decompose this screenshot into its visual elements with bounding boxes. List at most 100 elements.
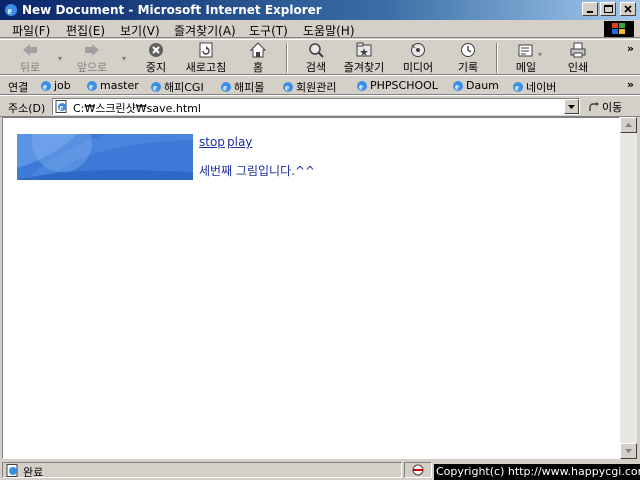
toolbar-overflow-icon[interactable]: » — [627, 42, 634, 55]
svg-text:e: e — [515, 83, 519, 93]
forward-dropdown-icon[interactable]: ▾ — [122, 54, 126, 63]
done-page-icon — [6, 464, 18, 477]
link-label: Daum — [466, 79, 499, 92]
link-phpschool[interactable]: e PHPSCHOOL — [356, 79, 438, 92]
back-button[interactable]: 뒤로 — [8, 42, 52, 75]
windows-logo-icon — [604, 21, 634, 37]
address-value: C:₩스크린샷₩save.html — [73, 102, 201, 115]
banner-image — [17, 134, 193, 180]
toolbar-separator — [286, 43, 288, 73]
refresh-icon — [199, 42, 213, 58]
link-member-admin[interactable]: e 회원관리 — [282, 79, 336, 95]
security-zone-icon — [412, 464, 424, 476]
link-label: 해피몰 — [234, 81, 265, 94]
menu-view[interactable]: 보기(V) — [120, 22, 160, 39]
search-label: 검색 — [305, 61, 327, 74]
menu-file[interactable]: 파일(F) — [12, 22, 50, 39]
link-naver[interactable]: e 네이버 — [512, 79, 556, 95]
link-label: 회원관리 — [296, 81, 337, 94]
stop-button[interactable]: 중지 — [134, 42, 178, 75]
menu-edit[interactable]: 편집(E) — [66, 22, 105, 39]
svg-text:e: e — [455, 81, 459, 91]
scroll-down-button[interactable] — [620, 443, 637, 459]
svg-text:e: e — [89, 81, 93, 91]
back-arrow-icon — [23, 44, 37, 56]
svg-text:e: e — [285, 83, 289, 93]
close-button[interactable] — [620, 2, 636, 16]
chevron-down-icon — [568, 104, 575, 109]
mail-dropdown-icon[interactable]: ▾ — [538, 50, 542, 59]
link-label: job — [54, 79, 71, 92]
play-link[interactable]: play — [227, 135, 252, 149]
favorites-button[interactable]: 즐겨찾기 — [342, 42, 386, 75]
minimize-icon — [587, 11, 593, 13]
image-caption: 세번째 그림입니다.^^ — [199, 164, 316, 178]
print-icon — [570, 42, 586, 58]
svg-text:e: e — [223, 83, 227, 93]
media-label: 미디어 — [402, 61, 434, 74]
back-label: 뒤로 — [19, 61, 41, 74]
link-daum[interactable]: e Daum — [452, 79, 499, 92]
search-button[interactable]: 검색 — [294, 42, 338, 75]
menu-bar: 파일(F) 편집(E) 보기(V) 즐겨찾기(A) 도구(T) 도움말(H) — [0, 20, 640, 38]
back-dropdown-icon[interactable]: ▾ — [58, 54, 62, 63]
status-security-panel — [404, 462, 432, 478]
ie-page-icon: e — [151, 82, 161, 93]
home-button[interactable]: 홈 — [236, 42, 280, 75]
address-bar: 주소(D) e C:₩스크린샷₩save.html 이동 — [0, 95, 640, 117]
media-icon — [411, 43, 425, 57]
link-job[interactable]: e job — [40, 79, 71, 92]
ie-page-icon: e — [357, 80, 367, 91]
go-arrow-icon — [589, 102, 599, 111]
go-button[interactable]: 이동 — [588, 99, 622, 115]
home-icon — [249, 42, 267, 58]
forward-arrow-icon — [85, 44, 99, 56]
forward-label: 앞으로 — [76, 61, 108, 74]
link-happycgi[interactable]: e 해피CGI — [150, 79, 204, 95]
link-master[interactable]: e master — [86, 79, 139, 92]
media-button[interactable]: 미디어 — [396, 42, 440, 75]
menu-help[interactable]: 도움말(H) — [303, 22, 355, 39]
link-happymall[interactable]: e 해피몰 — [220, 79, 264, 95]
print-button[interactable]: 인쇄 — [556, 42, 600, 75]
scroll-up-button[interactable] — [620, 117, 637, 133]
ie-page-icon: e — [283, 82, 293, 93]
forward-button[interactable]: 앞으로 — [70, 42, 114, 75]
history-icon — [461, 43, 475, 57]
vertical-scrollbar[interactable] — [620, 117, 637, 459]
ie-page-icon: e — [41, 80, 51, 91]
minimize-button[interactable] — [582, 2, 598, 16]
svg-text:e: e — [43, 81, 47, 91]
address-input[interactable]: e C:₩스크린샷₩save.html — [52, 98, 580, 115]
scroll-up-icon — [625, 123, 632, 127]
svg-text:e: e — [359, 81, 363, 91]
page-icon: e — [55, 100, 67, 113]
window-title: New Document - Microsoft Internet Explor… — [22, 3, 322, 17]
close-icon — [624, 5, 632, 13]
menu-tools[interactable]: 도구(T) — [249, 22, 288, 39]
copyright-overlay: Copyright(c) http://www.happycgi.com — [434, 464, 640, 480]
links-overflow-icon[interactable]: » — [627, 78, 634, 91]
print-label: 인쇄 — [567, 61, 589, 74]
links-bar: 연결 e job e master e 해피CGI e 해피몰 e 회원관리 e… — [0, 75, 640, 95]
links-label: 연결 — [8, 81, 29, 94]
link-label: PHPSCHOOL — [370, 79, 438, 92]
svg-text:e: e — [60, 103, 64, 112]
page-content: stop play 세번째 그림입니다.^^ — [2, 117, 620, 459]
refresh-label: 새로고침 — [185, 61, 227, 74]
favorites-icon — [356, 42, 372, 57]
link-label: 해피CGI — [164, 81, 204, 94]
menu-favorites[interactable]: 즐겨찾기(A) — [174, 22, 236, 39]
svg-text:e: e — [8, 6, 13, 17]
ie-page-icon: e — [453, 80, 463, 91]
ie-page-icon: e — [221, 82, 231, 93]
mail-label: 메일 — [515, 61, 537, 74]
link-label: 네이버 — [526, 81, 557, 94]
window-title-bar[interactable]: e New Document - Microsoft Internet Expl… — [0, 0, 640, 20]
maximize-button[interactable] — [600, 2, 616, 16]
refresh-button[interactable]: 새로고침 — [184, 42, 228, 75]
address-label: 주소(D) — [8, 102, 46, 115]
address-dropdown-button[interactable] — [564, 99, 579, 114]
stop-link[interactable]: stop — [199, 135, 225, 149]
history-button[interactable]: 기록 — [446, 42, 490, 75]
